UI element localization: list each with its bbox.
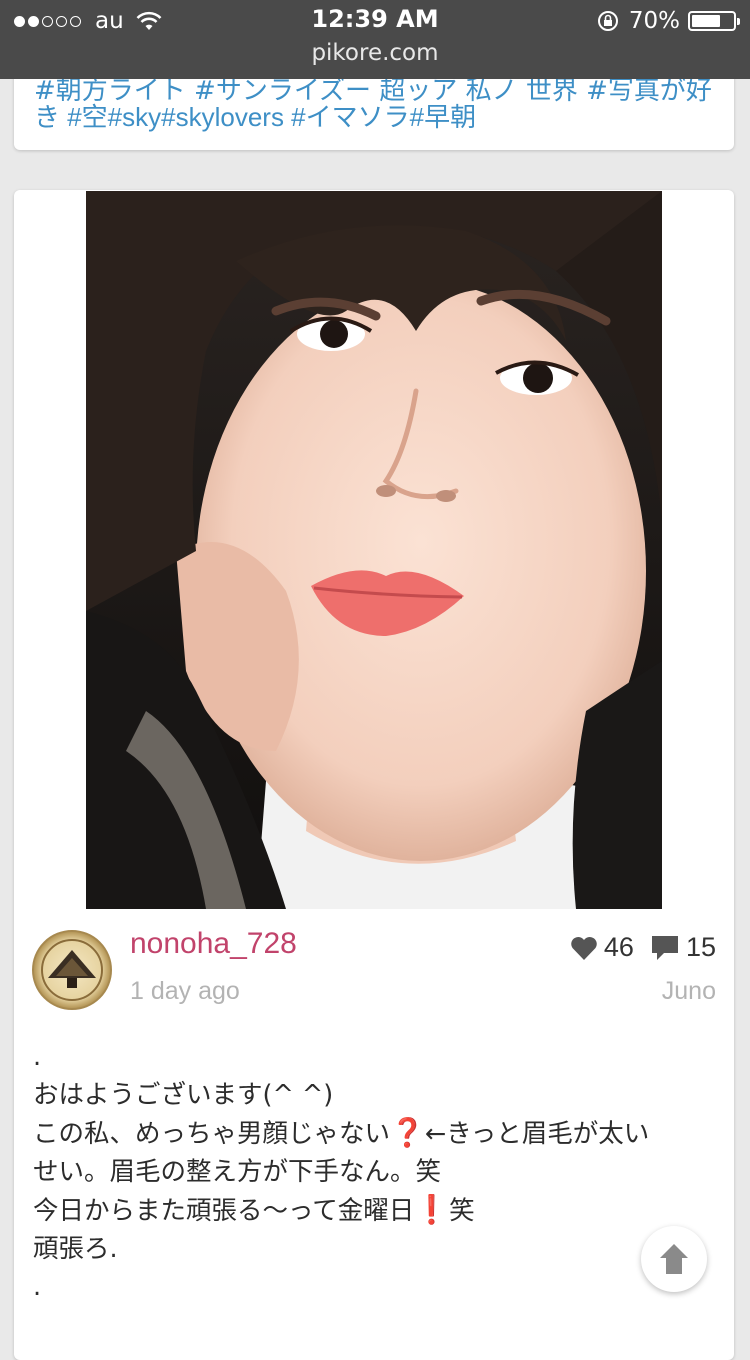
- heart-icon[interactable]: [570, 935, 598, 961]
- post-time: 1 day ago: [130, 977, 240, 1005]
- post-caption: . おはようございます(^ ^) この私、めっちゃ男顔じゃない❓←きっと眉毛が太…: [33, 1038, 723, 1306]
- arrow-up-icon: [660, 1244, 688, 1274]
- post-card: nonoha_728 1 day ago 46 15 Juno . おはようござ…: [14, 190, 734, 1360]
- post-photo[interactable]: [86, 191, 662, 909]
- scroll-to-top-button[interactable]: [641, 1226, 707, 1292]
- caption-line: 今日からまた頑張る〜って金曜日❗笑: [33, 1191, 723, 1230]
- hashtags[interactable]: き #空#sky#skylovers #イマソラ#早朝: [34, 97, 476, 134]
- avatar-image: [41, 939, 103, 1001]
- caption-text: この私、めっちゃ男顔じゃない: [33, 1119, 391, 1149]
- portrait-illustration: [86, 191, 662, 909]
- caption-line: .: [33, 1272, 42, 1302]
- user-avatar[interactable]: [32, 930, 112, 1010]
- battery-percentage: 70%: [628, 8, 680, 34]
- comment-icon[interactable]: [650, 934, 680, 962]
- comment-count: 15: [685, 932, 716, 962]
- post-stats: 46 15: [570, 932, 716, 963]
- caption-text: 笑: [449, 1196, 475, 1226]
- exclamation-emoji: ❗: [414, 1193, 450, 1226]
- lock-rotation-icon: [597, 11, 618, 31]
- status-right: 70%: [597, 6, 740, 36]
- page-url[interactable]: pikore.com: [0, 40, 750, 66]
- filter-name: Juno: [661, 977, 716, 1005]
- caption-line: おはようございます(^ ^): [33, 1080, 334, 1110]
- question-emoji: ❓: [390, 1116, 425, 1149]
- username[interactable]: nonoha_728: [130, 927, 297, 961]
- battery-icon: [688, 11, 740, 31]
- caption-text: ←きっと眉毛が太い: [424, 1119, 650, 1149]
- caption-line: せい。眉毛の整え方が下手なん。笑: [33, 1157, 442, 1187]
- caption-text: 今日からまた頑張る〜って金曜日: [33, 1196, 415, 1226]
- battery-level: [692, 15, 720, 27]
- like-count: 46: [603, 932, 634, 962]
- caption-line: 頑張ろ.: [33, 1234, 118, 1264]
- caption-line: .: [33, 1042, 42, 1072]
- status-bar: au 12:39 AM 70% pikore.com: [0, 0, 750, 79]
- caption-line: この私、めっちゃ男顔じゃない❓←きっと眉毛が太い: [33, 1114, 723, 1153]
